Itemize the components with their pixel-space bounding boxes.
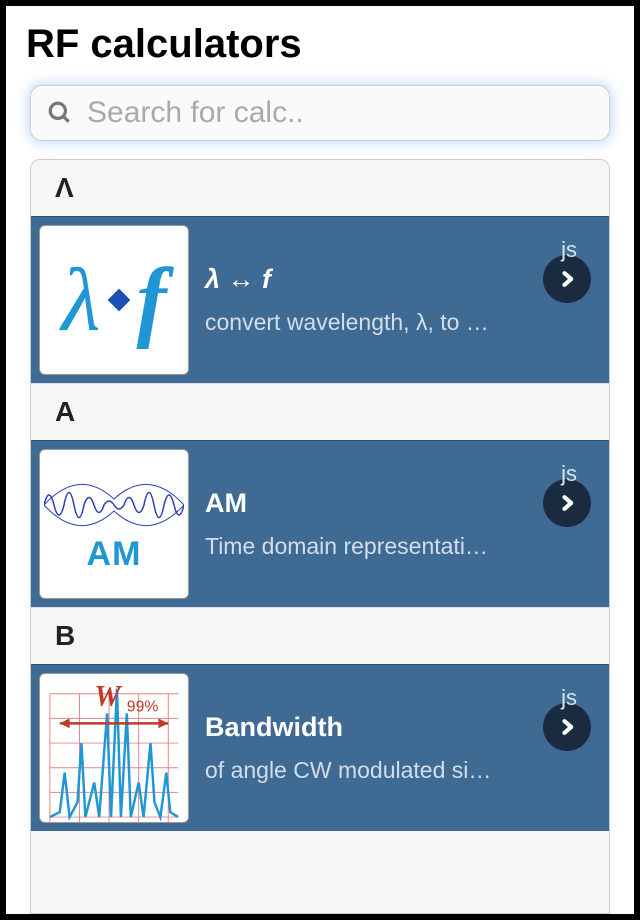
list-frame[interactable]: Λ λf λ ↔ f convert wavelength, λ, to … j… <box>30 159 610 914</box>
search-container <box>6 75 634 159</box>
svg-text:W: W <box>94 681 123 713</box>
search-input[interactable] <box>87 96 593 130</box>
item-body: λ ↔ f convert wavelength, λ, to … <box>205 264 527 336</box>
page-title: RF calculators <box>26 22 614 67</box>
search-box[interactable] <box>30 85 610 141</box>
section-header-lambda: Λ <box>31 160 609 216</box>
item-tag: js <box>561 237 577 263</box>
item-description: of angle CW modulated si… <box>205 757 519 784</box>
item-title: AM <box>205 488 519 519</box>
header: RF calculators <box>6 6 634 75</box>
svg-text:99%: 99% <box>127 698 159 715</box>
bandwidth-icon: W 99% <box>40 674 188 822</box>
section-header-a: A <box>31 383 609 440</box>
list-item[interactable]: W 99% Bandwidth of angle CW modulated si… <box>31 664 609 831</box>
item-title: λ ↔ f <box>205 264 519 295</box>
app-frame: RF calculators Λ λf λ ↔ f convert wavel <box>6 6 634 914</box>
item-thumbnail: W 99% <box>39 673 189 823</box>
am-icon: AM <box>44 475 184 574</box>
item-description: convert wavelength, λ, to … <box>205 309 519 336</box>
item-tag: js <box>561 685 577 711</box>
item-thumbnail: AM <box>39 449 189 599</box>
item-description: Time domain representati… <box>205 533 519 560</box>
lambda-f-icon: λf <box>62 249 167 352</box>
item-thumbnail: λf <box>39 225 189 375</box>
item-tag: js <box>561 461 577 487</box>
list-item[interactable]: AM AM Time domain representati… js <box>31 440 609 607</box>
list-container: Λ λf λ ↔ f convert wavelength, λ, to … j… <box>6 159 634 914</box>
item-body: Bandwidth of angle CW modulated si… <box>205 712 527 784</box>
section-header-b: B <box>31 607 609 664</box>
item-body: AM Time domain representati… <box>205 488 527 560</box>
search-icon <box>47 100 73 126</box>
item-title: Bandwidth <box>205 712 519 743</box>
list-item[interactable]: λf λ ↔ f convert wavelength, λ, to … js <box>31 216 609 383</box>
